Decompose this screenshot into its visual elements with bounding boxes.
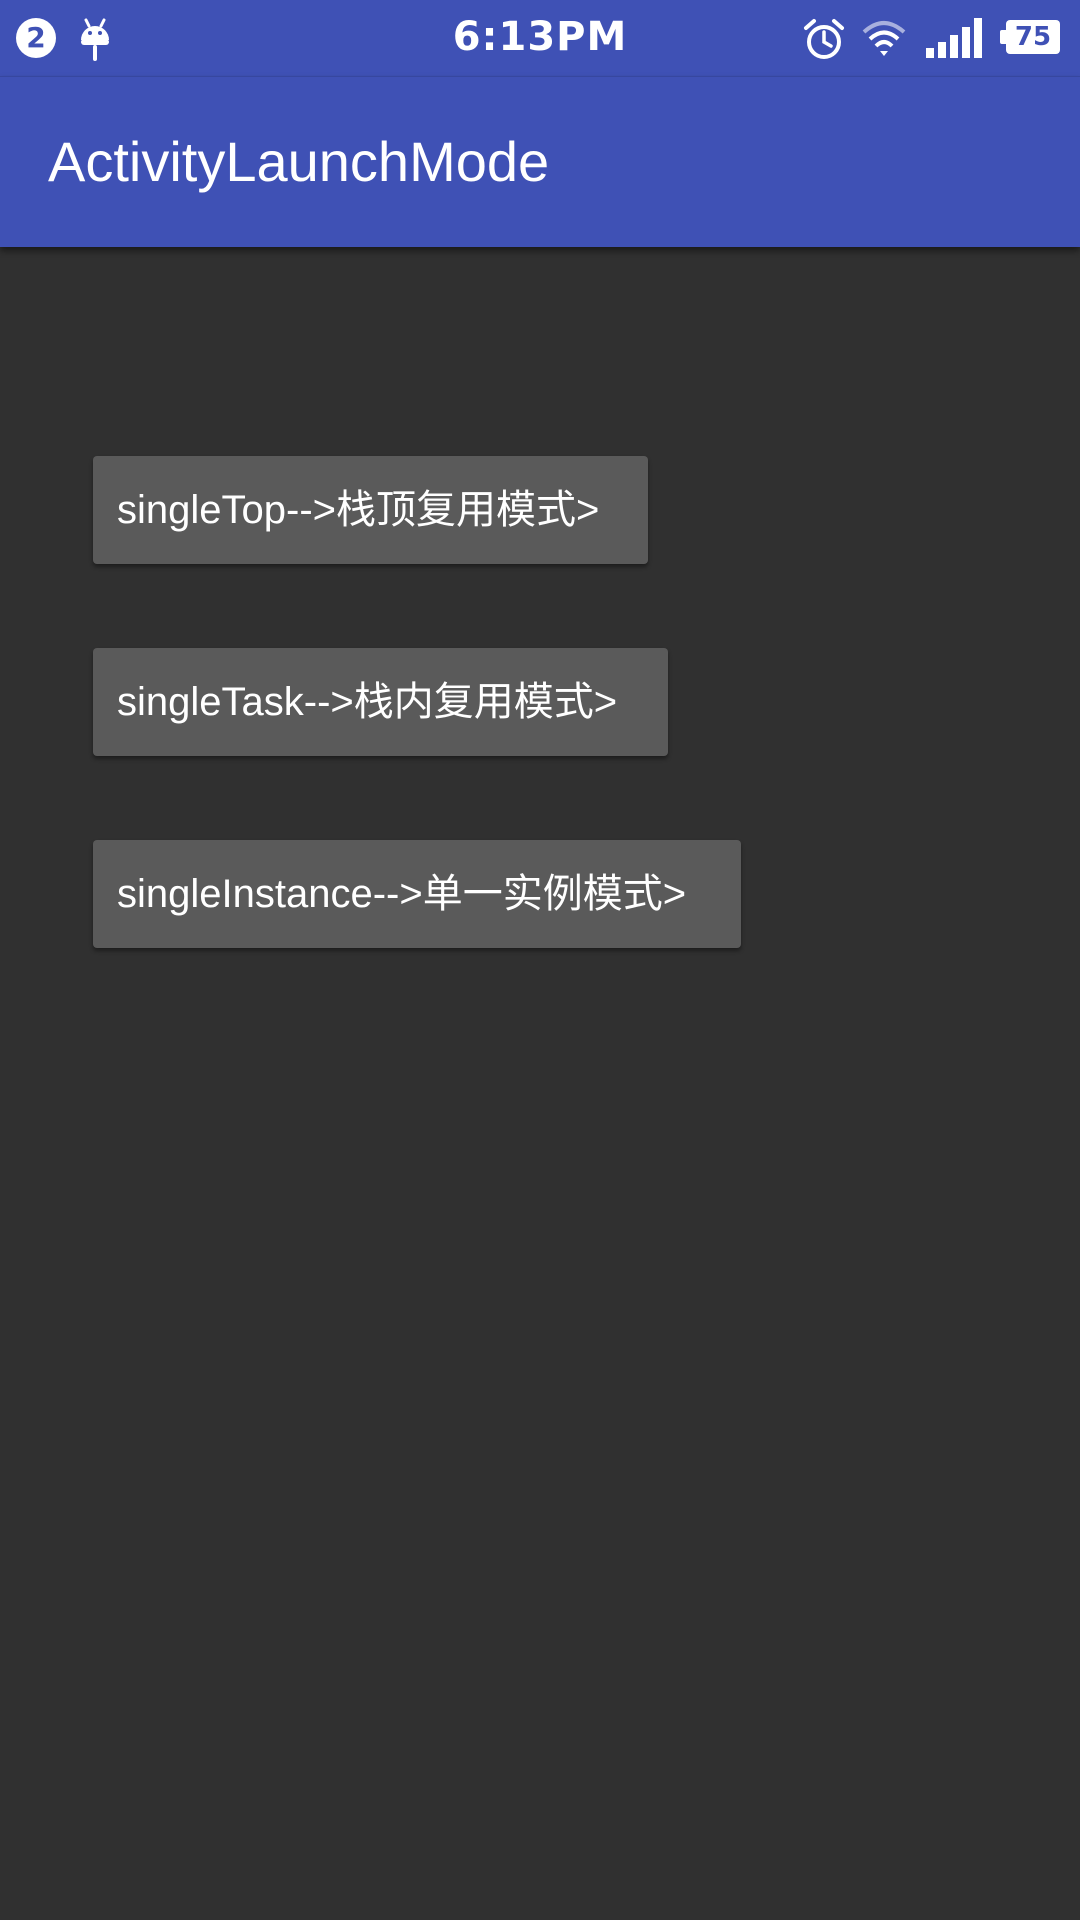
alarm-icon [804, 19, 844, 59]
single-top-button[interactable]: singleTop-->栈顶复用模式> [93, 456, 648, 564]
screen: 2 6:13PM 75 ActivityLaunchMode singleTop… [0, 0, 1080, 1920]
status-bar: 2 6:13PM 75 [0, 0, 1080, 76]
single-instance-button[interactable]: singleInstance-->单一实例模式> [93, 840, 741, 948]
battery-icon: 75 [1000, 20, 1062, 56]
status-time: 6:13PM [452, 14, 628, 60]
app-title: ActivityLaunchMode [48, 130, 550, 193]
wifi-icon [862, 21, 906, 56]
single-task-button[interactable]: singleTask-->栈内复用模式> [93, 648, 668, 756]
cell-signal-icon [926, 18, 982, 58]
battery-level: 75 [1006, 20, 1060, 54]
app-bar: ActivityLaunchMode [0, 76, 1080, 247]
